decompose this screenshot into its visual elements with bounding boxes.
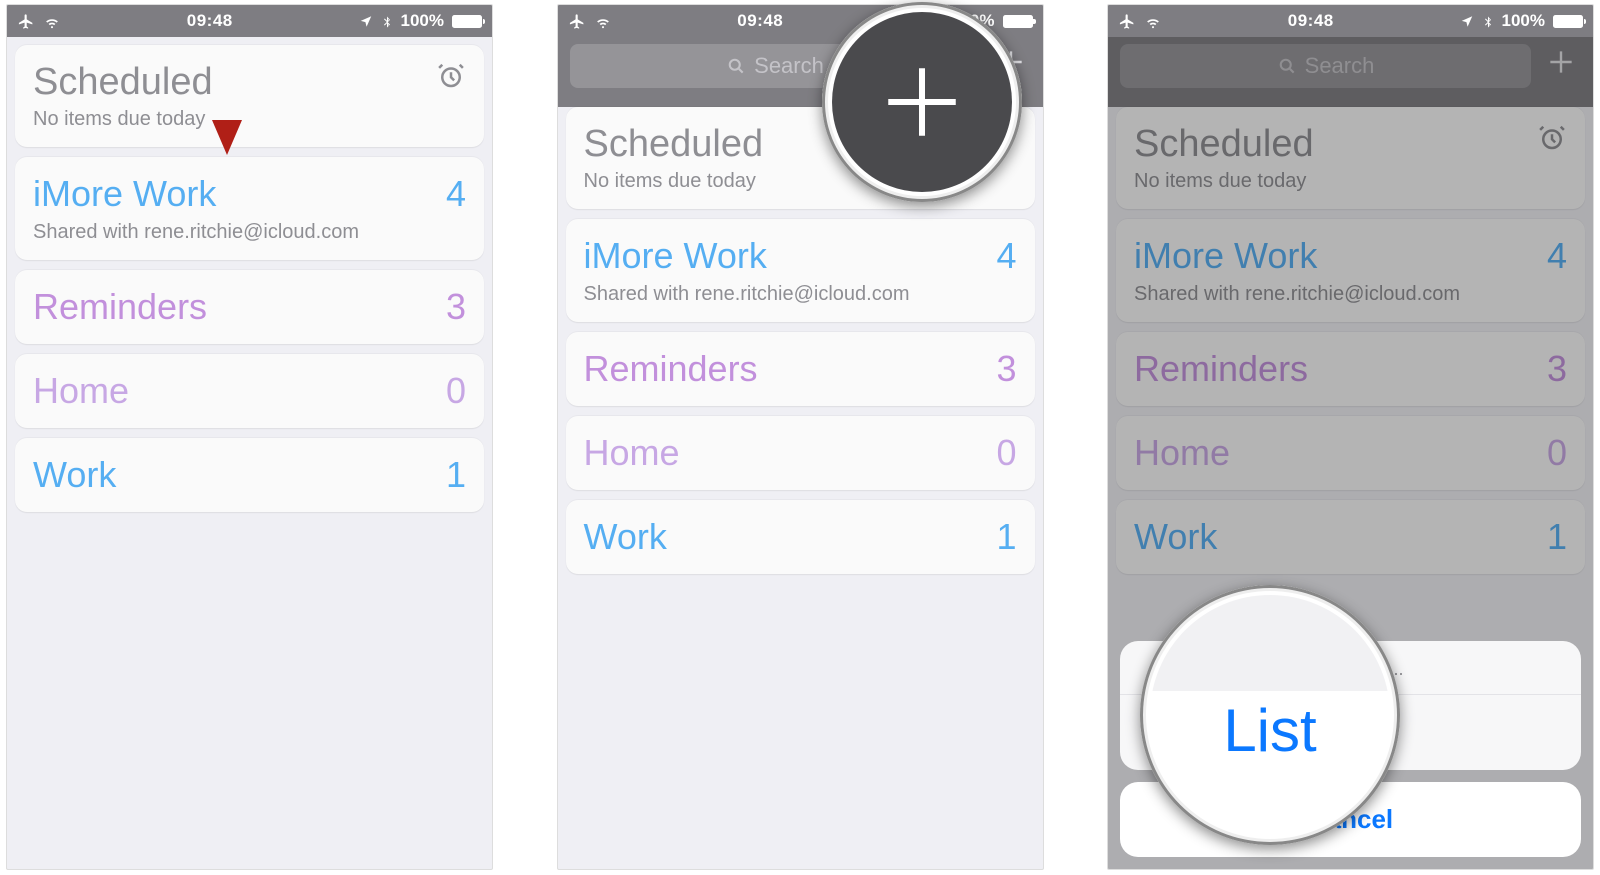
status-time: 09:48	[737, 11, 783, 31]
list-count: 3	[1547, 348, 1567, 390]
scheduled-title: Scheduled	[584, 123, 764, 166]
bluetooth-icon	[1482, 13, 1494, 30]
scheduled-card[interactable]: Scheduled No items due today	[566, 107, 1035, 209]
search-placeholder: Search	[754, 53, 824, 79]
battery-icon	[452, 15, 482, 28]
add-button[interactable]	[1541, 46, 1581, 86]
list-count: 3	[446, 286, 466, 328]
airplane-mode-icon	[1118, 13, 1136, 30]
action-sheet-create-new: Create new... List Cancel	[1120, 641, 1581, 857]
list-shared-with: Shared with rene.ritchie@icloud.com	[33, 221, 466, 244]
list-count: 3	[996, 348, 1016, 390]
scheduled-subtitle: No items due today	[1134, 170, 1314, 193]
status-bar: 09:48 100%	[7, 5, 492, 37]
screen-reminders-search: 09:48 100% Search Scheduled	[557, 4, 1044, 870]
location-icon	[1460, 13, 1474, 30]
list-count: 1	[1547, 516, 1567, 558]
list-title: iMore Work	[33, 173, 216, 215]
wifi-icon	[1144, 13, 1162, 30]
list-count: 0	[996, 432, 1016, 474]
list-title: Reminders	[584, 348, 758, 390]
action-sheet-title: Create new...	[1120, 641, 1581, 694]
battery-pct: 100%	[951, 11, 994, 31]
search-placeholder: Search	[1305, 53, 1375, 79]
airplane-mode-icon	[568, 13, 586, 30]
list-count: 4	[446, 173, 466, 215]
bluetooth-icon	[931, 13, 943, 30]
scheduled-title: Scheduled	[33, 61, 213, 104]
list-card-reminders[interactable]: Reminders 3	[15, 270, 484, 344]
airplane-mode-icon	[17, 13, 35, 30]
list-card-imore-work[interactable]: iMore Work 4 Shared with rene.ritchie@ic…	[566, 219, 1035, 322]
screen-reminders-action-sheet: 09:48 100% Search Scheduled	[1107, 4, 1594, 870]
location-icon	[909, 13, 923, 30]
scheduled-title: Scheduled	[1134, 123, 1314, 166]
alarm-clock-icon	[1537, 123, 1567, 153]
list-count: 0	[446, 370, 466, 412]
battery-icon	[1003, 15, 1033, 28]
alarm-clock-icon	[987, 123, 1017, 153]
wifi-icon	[594, 13, 612, 30]
status-bar: 09:48 100%	[558, 5, 1043, 37]
list-title: Home	[1134, 432, 1230, 474]
status-bar: 09:48 100%	[1108, 5, 1593, 37]
battery-icon	[1553, 15, 1583, 28]
list-count: 1	[996, 516, 1016, 558]
list-title: iMore Work	[1134, 235, 1317, 277]
search-input[interactable]: Search	[1120, 44, 1531, 88]
wifi-icon	[43, 13, 61, 30]
list-title: Reminders	[33, 286, 207, 328]
screen-reminders-home: 09:48 100% Scheduled No items due today	[6, 4, 493, 870]
battery-pct: 100%	[1502, 11, 1545, 31]
list-shared-with: Shared with rene.ritchie@icloud.com	[584, 283, 1017, 306]
status-time: 09:48	[187, 11, 233, 31]
search-icon	[726, 56, 746, 76]
status-time: 09:48	[1288, 11, 1334, 31]
list-card-imore-work[interactable]: iMore Work 4 Shared with rene.ritchie@ic…	[1116, 219, 1585, 322]
location-icon	[359, 13, 373, 30]
battery-pct: 100%	[401, 11, 444, 31]
bluetooth-icon	[381, 13, 393, 30]
list-card-reminders[interactable]: Reminders 3	[1116, 332, 1585, 406]
list-card-imore-work[interactable]: iMore Work 4 Shared with rene.ritchie@ic…	[15, 157, 484, 260]
action-sheet-cancel[interactable]: Cancel	[1120, 782, 1581, 857]
list-title: Home	[584, 432, 680, 474]
search-input[interactable]: Search	[570, 44, 981, 88]
scheduled-subtitle: No items due today	[584, 170, 764, 193]
list-count: 4	[1547, 235, 1567, 277]
list-card-work[interactable]: Work 1	[15, 438, 484, 512]
list-title: Work	[584, 516, 667, 558]
list-shared-with: Shared with rene.ritchie@icloud.com	[1134, 283, 1567, 306]
list-card-reminders[interactable]: Reminders 3	[566, 332, 1035, 406]
list-count: 4	[996, 235, 1016, 277]
list-title: Work	[33, 454, 116, 496]
list-card-work[interactable]: Work 1	[1116, 500, 1585, 574]
scheduled-card[interactable]: Scheduled No items due today	[15, 45, 484, 147]
list-card-home[interactable]: Home 0	[1116, 416, 1585, 490]
action-sheet-option-list[interactable]: List	[1120, 694, 1581, 770]
scheduled-subtitle: No items due today	[33, 108, 213, 131]
list-card-home[interactable]: Home 0	[566, 416, 1035, 490]
list-title: Home	[33, 370, 129, 412]
scheduled-card[interactable]: Scheduled No items due today	[1116, 107, 1585, 209]
alarm-clock-icon	[436, 61, 466, 91]
list-card-home[interactable]: Home 0	[15, 354, 484, 428]
list-card-work[interactable]: Work 1	[566, 500, 1035, 574]
list-count: 1	[446, 454, 466, 496]
search-icon	[1277, 56, 1297, 76]
add-button[interactable]	[991, 46, 1031, 86]
list-title: Work	[1134, 516, 1217, 558]
list-title: Reminders	[1134, 348, 1308, 390]
list-title: iMore Work	[584, 235, 767, 277]
list-count: 0	[1547, 432, 1567, 474]
